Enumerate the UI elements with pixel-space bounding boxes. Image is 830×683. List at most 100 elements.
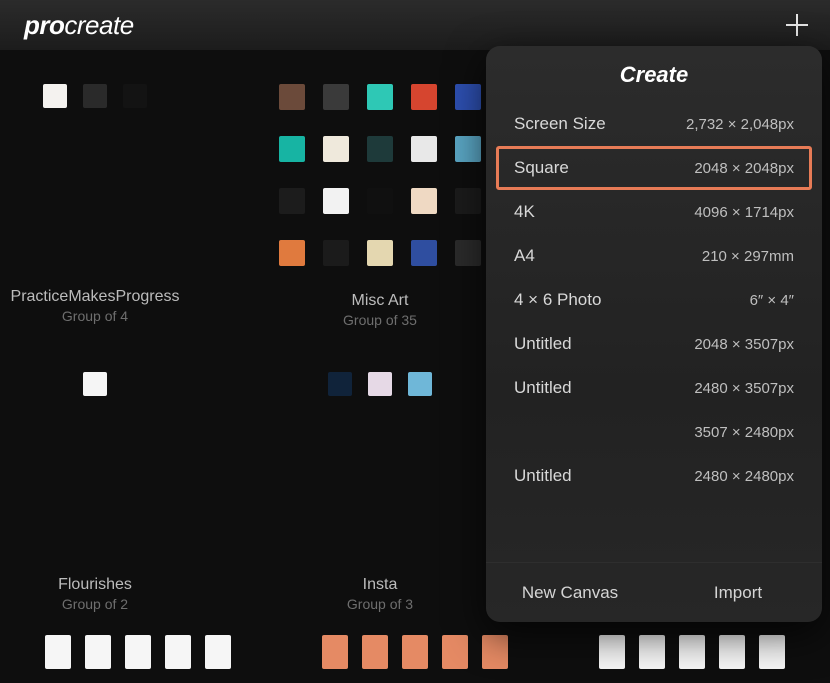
artwork-thumb [279, 136, 305, 162]
import-button[interactable]: Import [654, 563, 822, 622]
bottom-cell[interactable] [277, 613, 554, 683]
preset-name: 4K [514, 202, 535, 222]
artwork-thumb [411, 84, 437, 110]
artwork-thumb [323, 240, 349, 266]
stack-title: PracticeMakesProgress [11, 288, 180, 306]
preset-dimensions: 2,732 × 2,048px [686, 116, 794, 133]
artwork-thumb [402, 635, 428, 669]
stack-subtitle: Group of 4 [11, 308, 180, 324]
preset-dimensions: 2048 × 2048px [694, 160, 794, 177]
artwork-thumb [599, 635, 625, 669]
artwork-thumb [367, 84, 393, 110]
preset-dimensions: 2480 × 2480px [694, 468, 794, 485]
bottom-row [0, 613, 830, 683]
preset-row[interactable]: 4 × 6 Photo 6″ × 4″ [486, 278, 822, 322]
artwork-thumb [362, 635, 388, 669]
stack-subtitle: Group of 3 [347, 596, 413, 612]
stack-subtitle: Group of 35 [343, 312, 417, 328]
preset-dimensions: 2480 × 3507px [694, 380, 794, 397]
artwork-thumb [125, 635, 151, 669]
stack-flourishes[interactable]: Flourishes Group of 2 [10, 368, 180, 608]
panel-actions: New Canvas Import [486, 562, 822, 622]
artwork-thumb [455, 240, 481, 266]
artwork-thumb [279, 84, 305, 110]
preset-row[interactable]: Screen Size 2,732 × 2,048px [486, 102, 822, 146]
preset-row[interactable]: 4K 4096 × 1714px [486, 190, 822, 234]
preset-dimensions: 4096 × 1714px [694, 204, 794, 221]
artwork-thumb [367, 136, 393, 162]
artwork-thumb [482, 635, 508, 669]
stack-grid [35, 80, 155, 130]
artwork-thumb [759, 635, 785, 669]
preset-name: Untitled [514, 466, 572, 486]
stack-title: Flourishes [58, 576, 132, 594]
logo-bold: pro [24, 10, 64, 40]
preset-row[interactable]: Untitled 2480 × 3507px [486, 366, 822, 410]
artwork-thumb [323, 136, 349, 162]
preset-dimensions: 210 × 297mm [702, 248, 794, 265]
artwork-thumb [411, 188, 437, 214]
stack-practice[interactable]: PracticeMakesProgress Group of 4 [10, 80, 180, 320]
stack-grid [75, 368, 115, 418]
preset-row[interactable]: Square 2048 × 2048px [496, 146, 812, 190]
panel-title: Create [486, 46, 822, 102]
top-bar: procreate [0, 0, 830, 50]
bottom-cell[interactable] [553, 613, 830, 683]
logo-rest: create [64, 10, 133, 40]
artwork-thumb [442, 635, 468, 669]
artwork-thumb [328, 372, 352, 396]
stack-title: Misc Art [343, 292, 417, 310]
artwork-thumb [323, 84, 349, 110]
new-canvas-button[interactable]: New Canvas [486, 563, 654, 622]
artwork-thumb [455, 136, 481, 162]
artwork-thumb [279, 188, 305, 214]
preset-row[interactable]: A4 210 × 297mm [486, 234, 822, 278]
artwork-thumb [279, 240, 305, 266]
preset-list: Screen Size 2,732 × 2,048px Square 2048 × 2… [486, 102, 822, 562]
stack-grid [320, 368, 440, 418]
artwork-thumb [411, 136, 437, 162]
artwork-thumb [45, 635, 71, 669]
stack-subtitle: Group of 2 [58, 596, 132, 612]
preset-dimensions: 3507 × 2480px [694, 424, 794, 441]
artwork-thumb [455, 84, 481, 110]
preset-name: 4 × 6 Photo [514, 290, 601, 310]
preset-name: Screen Size [514, 114, 606, 134]
artwork-thumb [368, 372, 392, 396]
plus-icon[interactable] [784, 12, 810, 38]
artwork-thumb [411, 240, 437, 266]
stack-insta[interactable]: Insta Group of 3 [260, 368, 500, 608]
preset-row[interactable]: Untitled 2048 × 3507px [486, 322, 822, 366]
stack-grid [260, 80, 500, 288]
artwork-thumb [83, 372, 107, 396]
artwork-thumb [679, 635, 705, 669]
preset-dimensions: 6″ × 4″ [750, 292, 794, 309]
artwork-thumb [367, 240, 393, 266]
create-panel: Create Screen Size 2,732 × 2,048px Square 2… [486, 46, 822, 622]
preset-row[interactable]: 3507 × 2480px [486, 410, 822, 454]
artwork-thumb [639, 635, 665, 669]
preset-name: Untitled [514, 334, 572, 354]
artwork-thumb [83, 84, 107, 108]
preset-name: Square [514, 158, 569, 178]
artwork-thumb [205, 635, 231, 669]
artwork-thumb [323, 188, 349, 214]
artwork-thumb [85, 635, 111, 669]
stack-caption: PracticeMakesProgress Group of 4 [11, 288, 180, 324]
artwork-thumb [408, 372, 432, 396]
artwork-thumb [123, 84, 147, 108]
stack-title: Insta [347, 576, 413, 594]
artwork-thumb [719, 635, 745, 669]
stack-caption: Misc Art Group of 35 [343, 292, 417, 328]
stack-caption: Flourishes Group of 2 [58, 576, 132, 612]
preset-dimensions: 2048 × 3507px [694, 336, 794, 353]
stack-misc-art[interactable]: Misc Art Group of 35 [260, 80, 500, 320]
artwork-thumb [43, 84, 67, 108]
preset-name: A4 [514, 246, 535, 266]
bottom-cell[interactable] [0, 613, 277, 683]
preset-row[interactable]: Untitled 2480 × 2480px [486, 454, 822, 498]
artwork-thumb [455, 188, 481, 214]
artwork-thumb [322, 635, 348, 669]
preset-name: Untitled [514, 378, 572, 398]
stack-caption: Insta Group of 3 [347, 576, 413, 612]
